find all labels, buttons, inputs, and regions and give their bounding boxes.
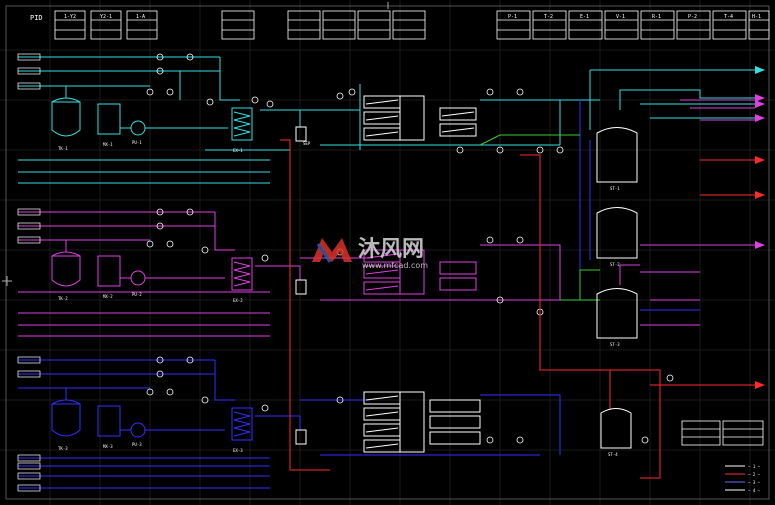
edge-crosshair	[2, 276, 12, 286]
instruments-cyan	[146, 53, 564, 154]
bottom-title-block	[681, 420, 764, 446]
reactor-stack-1	[363, 95, 477, 141]
legend-item-1: — 1 —	[748, 464, 761, 469]
title-blocks-middle	[221, 10, 426, 40]
title-block-right-7: T-4	[724, 14, 733, 20]
watermark-url: www.mfcad.com	[362, 261, 428, 270]
legend-item-3: — 3 —	[748, 480, 761, 485]
heat-exchanger-1	[231, 107, 253, 141]
sheet-label: PID	[30, 14, 43, 22]
red-process-lines	[280, 139, 755, 479]
title-block-right-5: R-1	[652, 14, 661, 20]
heat-exchanger-3	[231, 407, 253, 441]
tag-exchanger-2: EX-2	[233, 298, 243, 303]
watermark-brand: 沐风网	[358, 237, 424, 262]
tag-mixer-1: MX-1	[103, 142, 113, 147]
pid-diagram-canvas: PID 1-Y2 Y2-1 1-A P-1 T-2 E-1 V-1 R-1 P-…	[0, 0, 775, 505]
tag-tank-3: TK-3	[58, 446, 68, 451]
inlet-tags	[17, 53, 41, 492]
cyan-process-train	[18, 56, 755, 184]
tag-mixer-3: MX-3	[103, 444, 113, 449]
title-block-right-1: P-1	[508, 14, 517, 20]
line-legend	[725, 465, 745, 491]
title-block-right-8: H-1	[752, 14, 761, 20]
title-block-left-1: 1-Y2	[64, 14, 76, 20]
outlet-arrows	[755, 66, 765, 389]
tag-exchanger-1: EX-1	[233, 148, 243, 153]
heat-exchanger-2	[231, 257, 253, 291]
title-block-left-3: 1-A	[136, 14, 145, 20]
tag-storage-1: ST-1	[610, 186, 620, 191]
magenta-process-train	[18, 99, 755, 337]
tag-storage-2: ST-2	[610, 262, 620, 267]
tag-mixer-2: MX-2	[103, 294, 113, 299]
tag-storage-4: ST-4	[608, 452, 618, 457]
tag-exchanger-3: EX-3	[233, 448, 243, 453]
title-block-right-3: E-1	[580, 14, 589, 20]
tag-tank-1: TK-1	[58, 146, 68, 151]
title-block-right-6: P-2	[688, 14, 697, 20]
tag-storage-3: ST-3	[610, 342, 620, 347]
separators	[295, 126, 307, 445]
title-block-left-2: Y2-1	[100, 14, 112, 20]
reactor-stack-3	[363, 391, 481, 453]
watermark-logo: 沐风网 www.mfcad.com	[312, 237, 428, 270]
title-block-right-2: T-2	[544, 14, 553, 20]
legend-item-2: — 2 —	[748, 472, 761, 477]
tag-pump-1: PU-1	[132, 140, 142, 145]
tag-pump-2: PU-2	[132, 292, 142, 297]
title-block-right-4: V-1	[616, 14, 625, 20]
tag-pump-3: PU-3	[132, 442, 142, 447]
tag-tank-2: TK-2	[58, 296, 68, 301]
tag-separator: SEP	[303, 141, 311, 146]
legend-item-4: — 4 —	[748, 488, 761, 493]
